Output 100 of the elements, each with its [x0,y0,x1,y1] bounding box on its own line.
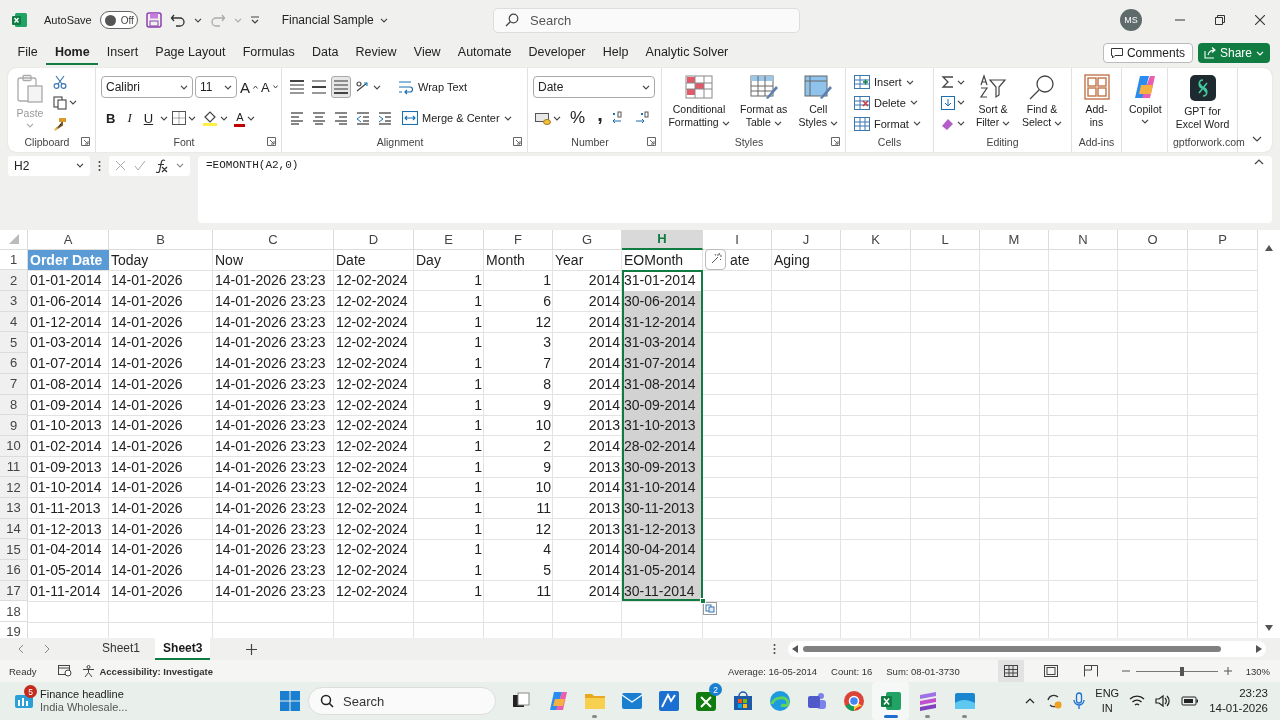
delete-cells-button[interactable]: Delete [851,92,924,114]
table-cell[interactable]: 14-01-2026 23:23 [213,291,334,312]
ribbon-tab[interactable]: Home [46,41,99,66]
microphone-icon[interactable] [1073,692,1086,710]
fill-handle[interactable] [700,598,706,605]
column-header[interactable]: D [334,229,414,250]
sync-icon[interactable] [1045,692,1064,710]
table-button[interactable]: Format as Table [735,71,793,134]
table-cell[interactable]: 12-02-2024 [334,456,414,478]
table-cell[interactable]: 01-02-2014 [28,435,109,457]
table-cell[interactable]: 12-02-2024 [334,580,414,602]
cell-styles-button[interactable]: Cell Styles [796,71,840,134]
table-cell[interactable]: 2014 [553,560,622,581]
zoom-slider-thumb[interactable] [1180,667,1185,676]
table-cell[interactable]: 12-02-2024 [334,353,414,374]
sheet-tab[interactable]: Sheet3 [155,638,211,660]
user-avatar[interactable]: MS [1120,9,1142,31]
row-header[interactable]: 16 [0,560,28,581]
font-name-dropdown[interactable]: Calibri [101,76,193,99]
merge-center-button[interactable]: Merge & Center [399,107,515,130]
column-header[interactable]: H [622,229,703,250]
name-box[interactable]: H2 [8,155,90,176]
table-cell[interactable]: 9 [484,456,553,478]
copilot-button[interactable]: Copilot [1127,71,1164,134]
table-cell[interactable]: 14-01-2026 23:23 [213,456,334,478]
collapse-ribbon-icon[interactable] [1252,135,1262,142]
table-cell[interactable]: 31-07-2014 [622,353,703,374]
table-cell[interactable]: 3 [484,332,553,354]
collapse-formula-bar-icon[interactable] [1254,158,1264,165]
table-cell[interactable]: 01-06-2014 [28,291,109,312]
table-cell[interactable]: 2013 [553,497,622,519]
table-cell[interactable]: 14-01-2026 23:23 [213,394,334,416]
table-cell[interactable]: 12-02-2024 [334,311,414,333]
table-cell[interactable]: 14-01-2026 [109,497,213,519]
table-cell[interactable]: 1 [414,518,484,540]
table-cell[interactable]: 14-01-2026 [109,435,213,457]
table-cell[interactable]: 01-05-2014 [28,560,109,581]
ribbon-tab[interactable]: Help [594,41,637,66]
table-cell[interactable]: 01-11-2013 [28,497,109,519]
table-cell[interactable]: 30-09-2013 [622,456,703,478]
taskbar-app[interactable]: 2 [687,682,724,720]
table-cell[interactable]: 01-10-2013 [28,415,109,436]
table-cell[interactable]: 2014 [553,435,622,457]
formula-text[interactable]: =EOMONTH(A2,0) [206,158,299,220]
table-cell[interactable]: 14-01-2026 23:23 [213,477,334,498]
table-cell[interactable]: 14-01-2026 23:23 [213,435,334,457]
table-cell[interactable]: 14-01-2026 23:23 [213,518,334,540]
table-cell[interactable]: 14-01-2026 23:23 [213,353,334,374]
table-cell[interactable]: 2014 [553,332,622,354]
italic-button[interactable]: I [122,107,137,130]
table-cell[interactable]: 01-10-2014 [28,477,109,498]
column-header[interactable]: M [980,229,1049,250]
table-cell[interactable]: 01-09-2014 [28,394,109,416]
table-cell[interactable]: 1 [414,497,484,519]
table-cell[interactable]: 2013 [553,415,622,436]
table-cell[interactable]: 14-01-2026 [109,291,213,312]
table-cell[interactable]: 9 [484,394,553,416]
table-cell[interactable]: 12-02-2024 [334,539,414,560]
sort-filter-button[interactable]: Sort & Filter [971,71,1015,134]
sheet-tab[interactable]: Sheet1 [94,638,149,660]
normal-view-button[interactable] [997,660,1024,682]
paste-options-icon[interactable] [703,601,717,615]
table-cell[interactable]: 01-11-2014 [28,580,109,602]
table-cell[interactable]: 12-02-2024 [334,373,414,395]
table-cell[interactable]: 14-01-2026 [109,415,213,436]
column-header[interactable]: K [841,229,911,250]
ribbon-tab[interactable]: Insert [98,41,147,66]
next-sheet-icon[interactable] [44,644,50,654]
row-header[interactable]: 9 [0,415,28,436]
table-cell[interactable]: 12-02-2024 [334,270,414,292]
font-color-button[interactable]: A [232,107,258,130]
table-cell[interactable]: 2013 [553,518,622,540]
table-cell[interactable]: 10 [484,477,553,498]
table-cell[interactable]: 12-02-2024 [334,394,414,416]
horizontal-scrollbar[interactable] [788,641,1266,657]
table-cell[interactable]: 2014 [553,270,622,292]
table-cell[interactable]: 7 [484,353,553,374]
search-field[interactable]: Search [493,7,800,33]
dialog-launcher-icon[interactable] [831,137,840,147]
table-cell[interactable]: 1 [414,560,484,581]
taskbar-search-field[interactable]: Search [308,687,496,715]
dialog-launcher-icon[interactable] [81,137,90,147]
macro-recording-icon[interactable] [58,665,73,677]
table-cell[interactable]: 14-01-2026 [109,332,213,354]
column-header[interactable]: P [1188,229,1258,250]
dialog-launcher-icon[interactable] [267,137,276,147]
table-cell[interactable]: 31-05-2014 [622,560,703,581]
gpt-addin-button[interactable]: GPT for Excel Word [1173,71,1232,134]
row-header[interactable]: 2 [0,270,28,292]
row-header[interactable]: 6 [0,353,28,374]
table-cell[interactable]: 14-01-2026 [109,580,213,602]
format-cells-button[interactable]: Format [851,113,924,134]
table-cell[interactable]: 2014 [553,580,622,602]
table-cell[interactable]: 14-01-2026 23:23 [213,270,334,292]
table-cell[interactable]: 14-01-2026 23:23 [213,332,334,354]
table-cell[interactable]: 2014 [553,394,622,416]
zoom-in-icon[interactable] [1223,667,1232,675]
ribbon-tab[interactable]: Page Layout [146,41,235,66]
save-icon[interactable] [145,12,162,28]
row-header[interactable]: 13 [0,497,28,519]
